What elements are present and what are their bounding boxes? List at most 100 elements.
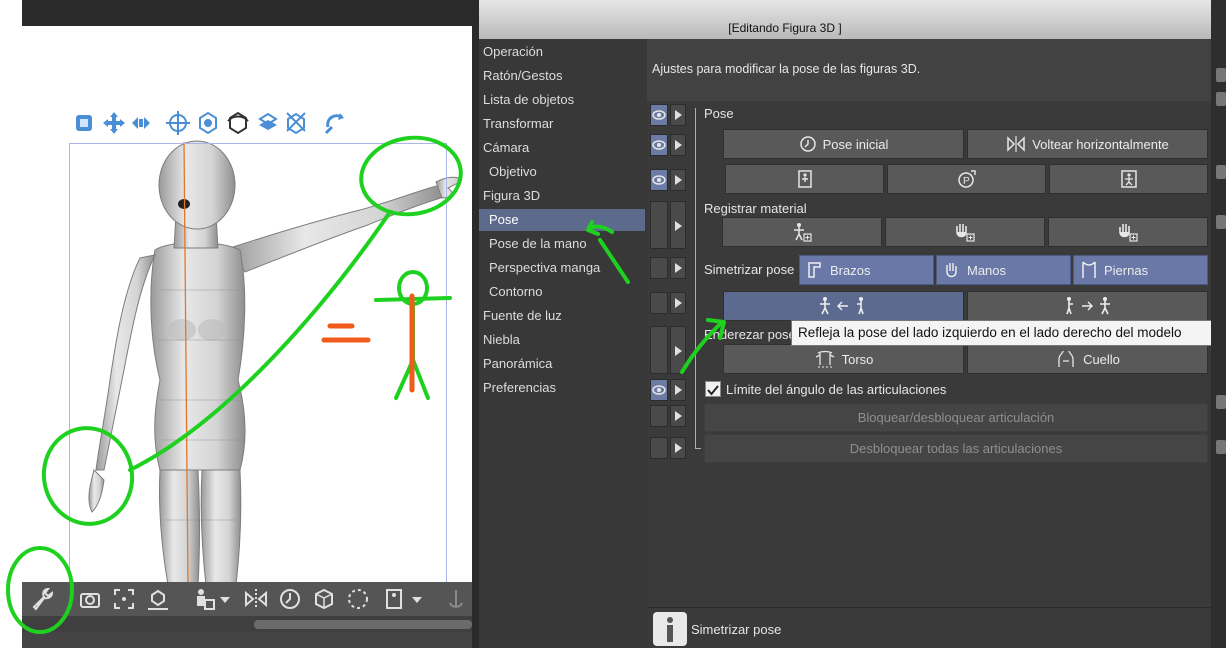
- unlock-all-joints-button[interactable]: Desbloquear todas las articulaciones: [704, 434, 1208, 463]
- category-item[interactable]: Cámara: [479, 137, 645, 159]
- flip-horizontal-icon[interactable]: [242, 585, 270, 613]
- reset-rotation-icon[interactable]: [322, 109, 348, 137]
- tooltip: Refleja la pose del lado izquierdo en el…: [791, 320, 1226, 346]
- expand-arrow-icon[interactable]: [670, 437, 686, 459]
- category-item[interactable]: Objetivo: [479, 161, 645, 183]
- register-whole-body-button[interactable]: [722, 217, 882, 247]
- expand-arrow-icon[interactable]: [670, 257, 686, 279]
- pose-section-label: Pose: [704, 106, 734, 121]
- wrench-icon[interactable]: [28, 585, 56, 613]
- camera-pan-icon[interactable]: [101, 109, 127, 137]
- camera-icon[interactable]: [76, 585, 104, 613]
- joint-limit-checkbox[interactable]: [705, 381, 721, 397]
- camera-rotate-icon[interactable]: [72, 109, 98, 137]
- strip-icon[interactable]: [1216, 395, 1226, 409]
- category-item[interactable]: Ratón/Gestos: [479, 65, 645, 87]
- strip-icon[interactable]: [1216, 92, 1226, 106]
- symmetrize-legs-toggle[interactable]: Piernas: [1073, 255, 1208, 285]
- category-item[interactable]: Figura 3D: [479, 185, 645, 207]
- app-root: [Editando Figura 3D ] Operación Ratón/Ge…: [0, 0, 1226, 648]
- register-left-hand-button[interactable]: [885, 217, 1045, 247]
- expand-arrow-icon[interactable]: [670, 201, 686, 249]
- expand-arrow-icon[interactable]: [670, 379, 686, 401]
- expand-arrow-icon[interactable]: [670, 326, 686, 374]
- object-launcher-row: [72, 109, 352, 139]
- initial-pose-button[interactable]: Pose inicial: [723, 129, 964, 159]
- pose-scanner-button[interactable]: P: [887, 164, 1046, 194]
- initial-pose-icon[interactable]: [276, 585, 304, 613]
- category-item[interactable]: Transformar: [479, 113, 645, 135]
- flip-horizontal-button[interactable]: Voltear horizontalmente: [967, 129, 1208, 159]
- move-plane-icon[interactable]: [255, 109, 281, 137]
- expand-arrow-icon[interactable]: [670, 405, 686, 427]
- register-right-hand-button[interactable]: [1048, 217, 1208, 247]
- expand-arrow-icon[interactable]: [670, 169, 686, 191]
- visibility-toggle[interactable]: [650, 326, 668, 374]
- visibility-toggle[interactable]: [650, 437, 668, 459]
- visibility-eye-icon[interactable]: [650, 134, 668, 156]
- scale-plane-icon[interactable]: [283, 109, 309, 137]
- visibility-toggle[interactable]: [650, 292, 668, 314]
- symmetrize-hands-toggle[interactable]: Manos: [936, 255, 1071, 285]
- scroll-thumb[interactable]: [254, 620, 472, 629]
- dropdown-arrow-icon[interactable]: [218, 585, 232, 613]
- register-pose-icon[interactable]: [190, 585, 218, 613]
- strip-icon[interactable]: [1216, 440, 1226, 454]
- rotate-3d-icon[interactable]: [225, 109, 251, 137]
- camera-dolly-icon[interactable]: [128, 109, 154, 137]
- category-item[interactable]: Panorámica: [479, 353, 645, 375]
- category-item[interactable]: Contorno: [479, 281, 645, 303]
- description-text: Ajustes para modificar la pose de las fi…: [652, 62, 921, 76]
- preview-area: [Editando Figura 3D ]: [479, 0, 1211, 39]
- visibility-eye-icon[interactable]: [650, 169, 668, 191]
- info-icon: [653, 612, 687, 646]
- tree-connector-tick: [695, 448, 701, 449]
- anchor-icon[interactable]: [442, 585, 470, 613]
- svg-text:P: P: [963, 176, 970, 187]
- category-item[interactable]: Fuente de luz: [479, 305, 645, 327]
- panel-divider[interactable]: [472, 0, 479, 648]
- legs-label: Piernas: [1104, 262, 1149, 278]
- category-item[interactable]: Pose de la mano: [479, 233, 645, 255]
- pose-lock-button[interactable]: [1049, 164, 1208, 194]
- category-item[interactable]: Lista de objetos: [479, 89, 645, 111]
- dropdown-arrow-2-icon[interactable]: [410, 585, 424, 613]
- strip-icon[interactable]: [1216, 215, 1226, 229]
- move-object-icon[interactable]: [165, 109, 191, 137]
- visibility-toggle[interactable]: [650, 201, 668, 249]
- figure-register-icon[interactable]: [380, 585, 408, 613]
- neck-label: Cuello: [1083, 351, 1120, 367]
- torso-icon: [815, 350, 834, 368]
- rotate-object-icon[interactable]: [195, 109, 221, 137]
- figure-box-icon: [1120, 170, 1137, 188]
- mirror-left-to-right-icon: [819, 297, 864, 315]
- expand-arrow-icon[interactable]: [670, 104, 686, 126]
- canvas-horizontal-scrollbar[interactable]: [22, 616, 472, 632]
- rotate-dotted-icon[interactable]: [344, 585, 372, 613]
- expand-arrow-icon[interactable]: [670, 292, 686, 314]
- visibility-eye-icon[interactable]: [650, 379, 668, 401]
- pose-figure-button[interactable]: [725, 164, 884, 194]
- visibility-toggle[interactable]: [650, 405, 668, 427]
- category-item-selected[interactable]: Pose: [479, 209, 645, 231]
- symmetrize-arms-toggle[interactable]: Brazos: [799, 255, 934, 285]
- visibility-eye-icon[interactable]: [650, 104, 668, 126]
- straighten-torso-button[interactable]: Torso: [723, 344, 964, 374]
- object-bottom-toolbar: [22, 582, 472, 616]
- ground-icon[interactable]: [144, 585, 172, 613]
- mirror-right-to-left-button[interactable]: [967, 291, 1208, 321]
- visibility-toggle[interactable]: [650, 257, 668, 279]
- fit-selection-icon[interactable]: [110, 585, 138, 613]
- straighten-neck-button[interactable]: Cuello: [967, 344, 1208, 374]
- category-item[interactable]: Niebla: [479, 329, 645, 351]
- category-item[interactable]: Perspectiva manga: [479, 257, 645, 279]
- expand-arrow-icon[interactable]: [670, 134, 686, 156]
- category-item[interactable]: Operación: [479, 41, 645, 63]
- strip-icon[interactable]: [1216, 165, 1226, 179]
- category-item[interactable]: Preferencias: [479, 377, 645, 399]
- unlock-all-label: Desbloquear todas las articulaciones: [849, 441, 1063, 456]
- strip-icon[interactable]: [1216, 68, 1226, 82]
- mirror-left-to-right-button[interactable]: [723, 291, 964, 321]
- 3d-box-icon[interactable]: [310, 585, 338, 613]
- lock-joint-button[interactable]: Bloquear/desbloquear articulación: [704, 403, 1208, 432]
